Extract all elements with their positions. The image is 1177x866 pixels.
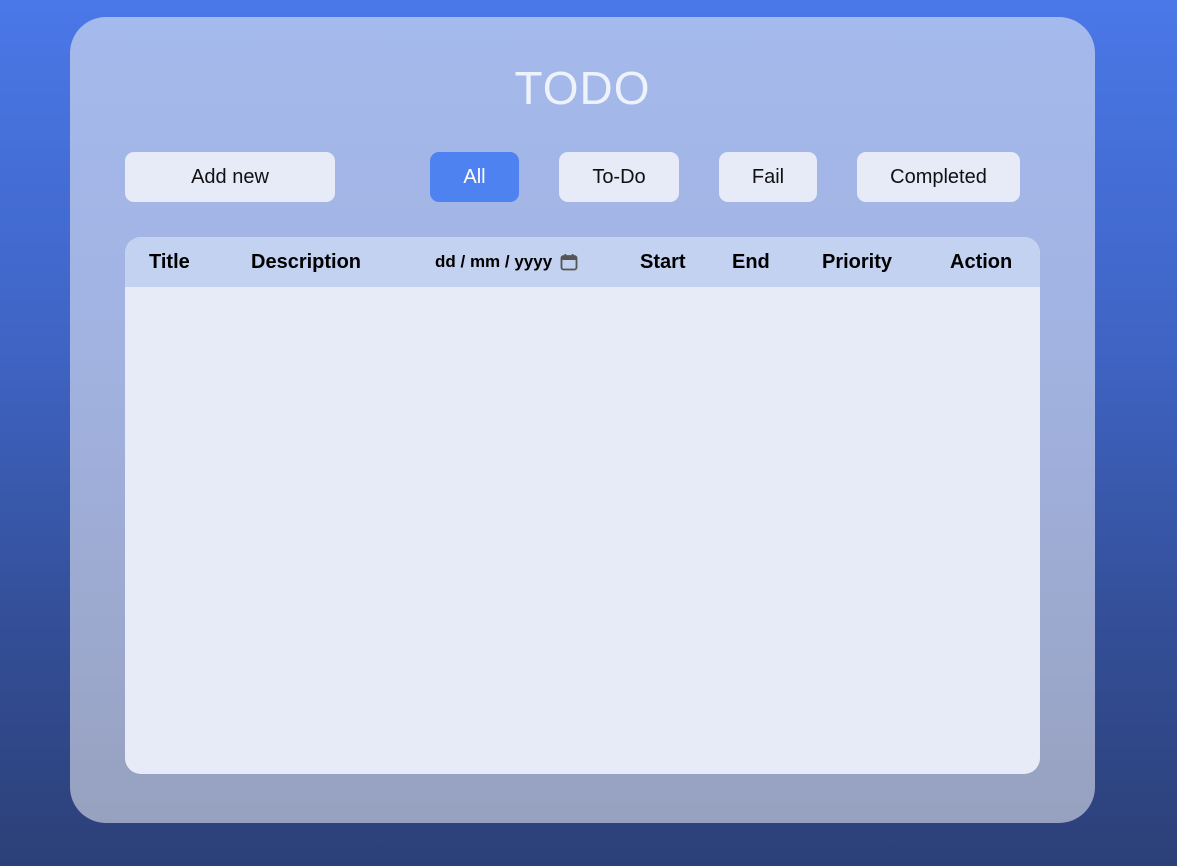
column-header-title: Title [149,251,190,273]
filter-completed-button[interactable]: Completed [857,152,1020,202]
filter-todo-button[interactable]: To-Do [559,152,679,202]
page-title: TODO [514,62,651,114]
date-filter-input[interactable]: dd / mm / yyyy [435,250,578,274]
add-new-button[interactable]: Add new [125,152,335,202]
table-header: Title Description dd / mm / yyyy Start E… [125,237,1040,287]
column-header-action: Action [950,251,1013,273]
column-header-start: Start [640,251,686,273]
table-body [125,287,1040,774]
filter-all-button[interactable]: All [430,152,519,202]
column-header-description: Description [251,251,362,273]
calendar-icon[interactable] [560,253,578,271]
date-input-placeholder: dd / mm / yyyy [435,252,553,271]
filter-fail-button[interactable]: Fail [719,152,817,202]
todo-table: Title Description dd / mm / yyyy Start E… [125,237,1040,774]
todo-card: TODO Add new All To-Do Fail Completed Ti… [70,17,1095,823]
column-header-end: End [732,251,770,273]
column-header-priority: Priority [822,251,893,273]
